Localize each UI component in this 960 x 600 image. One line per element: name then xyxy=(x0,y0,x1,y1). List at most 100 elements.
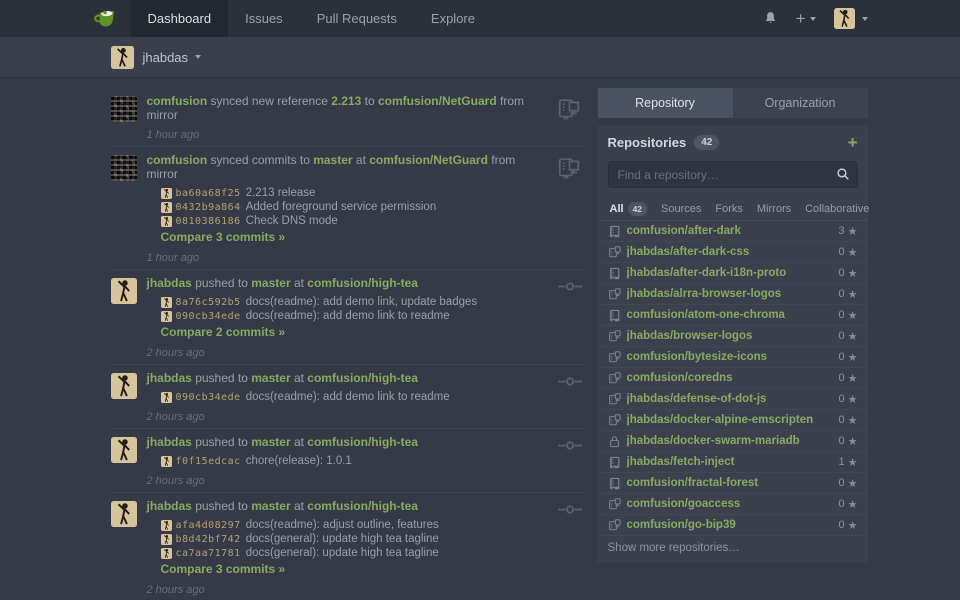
feed-link[interactable]: comfusion/NetGuard xyxy=(378,94,497,108)
commit-sha-link[interactable]: 8a76c592b5 xyxy=(176,297,241,308)
feed-item-body: jhabdas pushed to master at comfusion/hi… xyxy=(137,435,548,487)
actor-avatar xyxy=(111,155,137,181)
nav-item-pull-requests[interactable]: Pull Requests xyxy=(300,0,414,37)
star-count-value: 0 xyxy=(839,519,845,531)
star-icon: ★ xyxy=(848,246,858,259)
repository-row: jhabdas/defense-of-dot-js0★ xyxy=(598,389,868,410)
feed-text: pushed to xyxy=(192,371,251,385)
feed-link[interactable]: master xyxy=(251,499,290,513)
repository-link[interactable]: jhabdas/defense-of-dot-js xyxy=(627,393,839,405)
add-repository-button[interactable]: + xyxy=(848,134,858,151)
show-more-repositories-link[interactable]: Show more repositories… xyxy=(598,536,868,561)
feed-link[interactable]: master xyxy=(251,276,290,290)
repository-link[interactable]: comfusion/atom-one-chroma xyxy=(627,309,839,321)
feed-link[interactable]: comfusion/high-tea xyxy=(307,276,418,290)
repository-row: jhabdas/browser-logos0★ xyxy=(598,326,868,347)
repository-link[interactable]: comfusion/goaccess xyxy=(627,498,839,510)
committer-avatar xyxy=(161,534,172,545)
repo-book-icon xyxy=(608,477,621,490)
feed-link[interactable]: comfusion xyxy=(147,153,208,167)
repo-lock-icon xyxy=(608,435,621,448)
search-icon[interactable] xyxy=(836,167,850,181)
feed-link[interactable]: jhabdas xyxy=(147,435,192,449)
repository-link[interactable]: comfusion/coredns xyxy=(627,372,839,384)
feed-link[interactable]: master xyxy=(313,153,352,167)
commit-list: ba60a68f252.213 release0432b9a864Added f… xyxy=(161,186,548,228)
committer-avatar xyxy=(161,297,172,308)
repositories-title: Repositories xyxy=(608,135,687,150)
commit-sha-link[interactable]: 090cb34ede xyxy=(176,311,241,322)
tab-organization[interactable]: Organization xyxy=(733,88,868,118)
feed-link[interactable]: master xyxy=(251,435,290,449)
repository-row: jhabdas/docker-swarm-mariadb0★ xyxy=(598,431,868,452)
feed-link[interactable]: jhabdas xyxy=(147,276,192,290)
feed-link[interactable]: comfusion/high-tea xyxy=(307,371,418,385)
repository-link[interactable]: comfusion/fractal-forest xyxy=(627,477,839,489)
repo-filter-all[interactable]: All42 xyxy=(610,202,648,216)
feed-link[interactable]: comfusion/high-tea xyxy=(307,499,418,513)
feed-link[interactable]: 2.213 xyxy=(331,94,361,108)
commit-sha-link[interactable]: 0432b9a864 xyxy=(176,202,241,213)
repository-search-input[interactable] xyxy=(608,161,858,188)
tab-repository[interactable]: Repository xyxy=(598,88,733,118)
commit-row: 8a76c592b5docs(readme): add demo link, u… xyxy=(161,295,548,309)
commit-sha-link[interactable]: f0f15edcac xyxy=(176,456,241,467)
repo-fork-icon xyxy=(608,330,621,343)
feed-link[interactable]: comfusion/NetGuard xyxy=(369,153,488,167)
compare-commits-link-text[interactable]: Compare 3 commits » xyxy=(161,230,286,244)
context-user-avatar[interactable] xyxy=(111,46,134,69)
star-count-value: 0 xyxy=(839,309,845,321)
gitea-logo-icon[interactable] xyxy=(93,7,119,31)
feed-link[interactable]: jhabdas xyxy=(147,499,192,513)
nav-item-issues[interactable]: Issues xyxy=(228,0,300,37)
feed-link[interactable]: jhabdas xyxy=(147,371,192,385)
repository-link[interactable]: jhabdas/alrra-browser-logos xyxy=(627,288,839,300)
repository-link[interactable]: jhabdas/browser-logos xyxy=(627,330,839,342)
commit-sha-link[interactable]: b8d42bf742 xyxy=(176,534,241,545)
repository-link[interactable]: comfusion/after-dark xyxy=(627,225,839,237)
repository-link[interactable]: jhabdas/docker-alpine-emscripten xyxy=(627,414,839,426)
feed-text: at xyxy=(291,435,308,449)
repository-star-count: 0★ xyxy=(839,498,858,511)
nav-item-dashboard[interactable]: Dashboard xyxy=(131,0,229,37)
user-menu[interactable] xyxy=(834,8,868,29)
repositories-panel: Repositories 42 + All42SourcesForksMirro… xyxy=(598,126,868,563)
compare-commits-link-text[interactable]: Compare 3 commits » xyxy=(161,562,286,576)
compare-commits-link-text[interactable]: Compare 2 commits » xyxy=(161,325,286,339)
context-user-switcher[interactable]: jhabdas xyxy=(143,50,202,65)
commit-sha-link[interactable]: ba60a68f25 xyxy=(176,188,241,199)
commit-sha-link[interactable]: 0810386186 xyxy=(176,216,241,227)
commit-sha-link[interactable]: ca7aa71781 xyxy=(176,548,241,559)
repository-link[interactable]: comfusion/go-bip39 xyxy=(627,519,839,531)
repo-filter-collaborative[interactable]: Collaborative xyxy=(805,203,869,215)
repository-row: comfusion/bytesize-icons0★ xyxy=(598,347,868,368)
actor-avatar xyxy=(111,437,137,463)
repository-link[interactable]: jhabdas/docker-swarm-mariadb xyxy=(627,435,839,447)
feed-link[interactable]: master xyxy=(251,371,290,385)
repo-filter-label: Sources xyxy=(661,203,701,215)
commit-sha-link[interactable]: afa4d08297 xyxy=(176,520,241,531)
nav-item-explore[interactable]: Explore xyxy=(414,0,492,37)
create-new-button[interactable]: + xyxy=(796,10,816,27)
notifications-bell-icon[interactable] xyxy=(763,11,778,26)
repository-link[interactable]: comfusion/bytesize-icons xyxy=(627,351,839,363)
repository-link[interactable]: jhabdas/after-dark-css xyxy=(627,246,839,258)
repo-fork-icon xyxy=(608,414,621,427)
repository-link[interactable]: jhabdas/fetch-inject xyxy=(627,456,839,468)
star-icon: ★ xyxy=(848,498,858,511)
repo-filter-label: All xyxy=(610,203,624,215)
commit-sha-link[interactable]: 090cb34ede xyxy=(176,392,241,403)
feed-link[interactable]: comfusion/high-tea xyxy=(307,435,418,449)
repo-filter-forks[interactable]: Forks xyxy=(715,203,743,215)
compare-commits-link[interactable]: Compare 3 commits » xyxy=(161,230,548,245)
feed-link[interactable]: comfusion xyxy=(147,94,208,108)
repository-row: jhabdas/after-dark-css0★ xyxy=(598,242,868,263)
star-count-value: 0 xyxy=(839,246,845,258)
compare-commits-link[interactable]: Compare 3 commits » xyxy=(161,562,548,577)
repo-filter-sources[interactable]: Sources xyxy=(661,203,701,215)
commit-message: docs(general): update high tea tagline xyxy=(246,533,439,545)
repository-star-count: 0★ xyxy=(839,309,858,322)
compare-commits-link[interactable]: Compare 2 commits » xyxy=(161,325,548,340)
repo-filter-mirrors[interactable]: Mirrors xyxy=(757,203,791,215)
repository-link[interactable]: jhabdas/after-dark-i18n-proto xyxy=(627,267,839,279)
